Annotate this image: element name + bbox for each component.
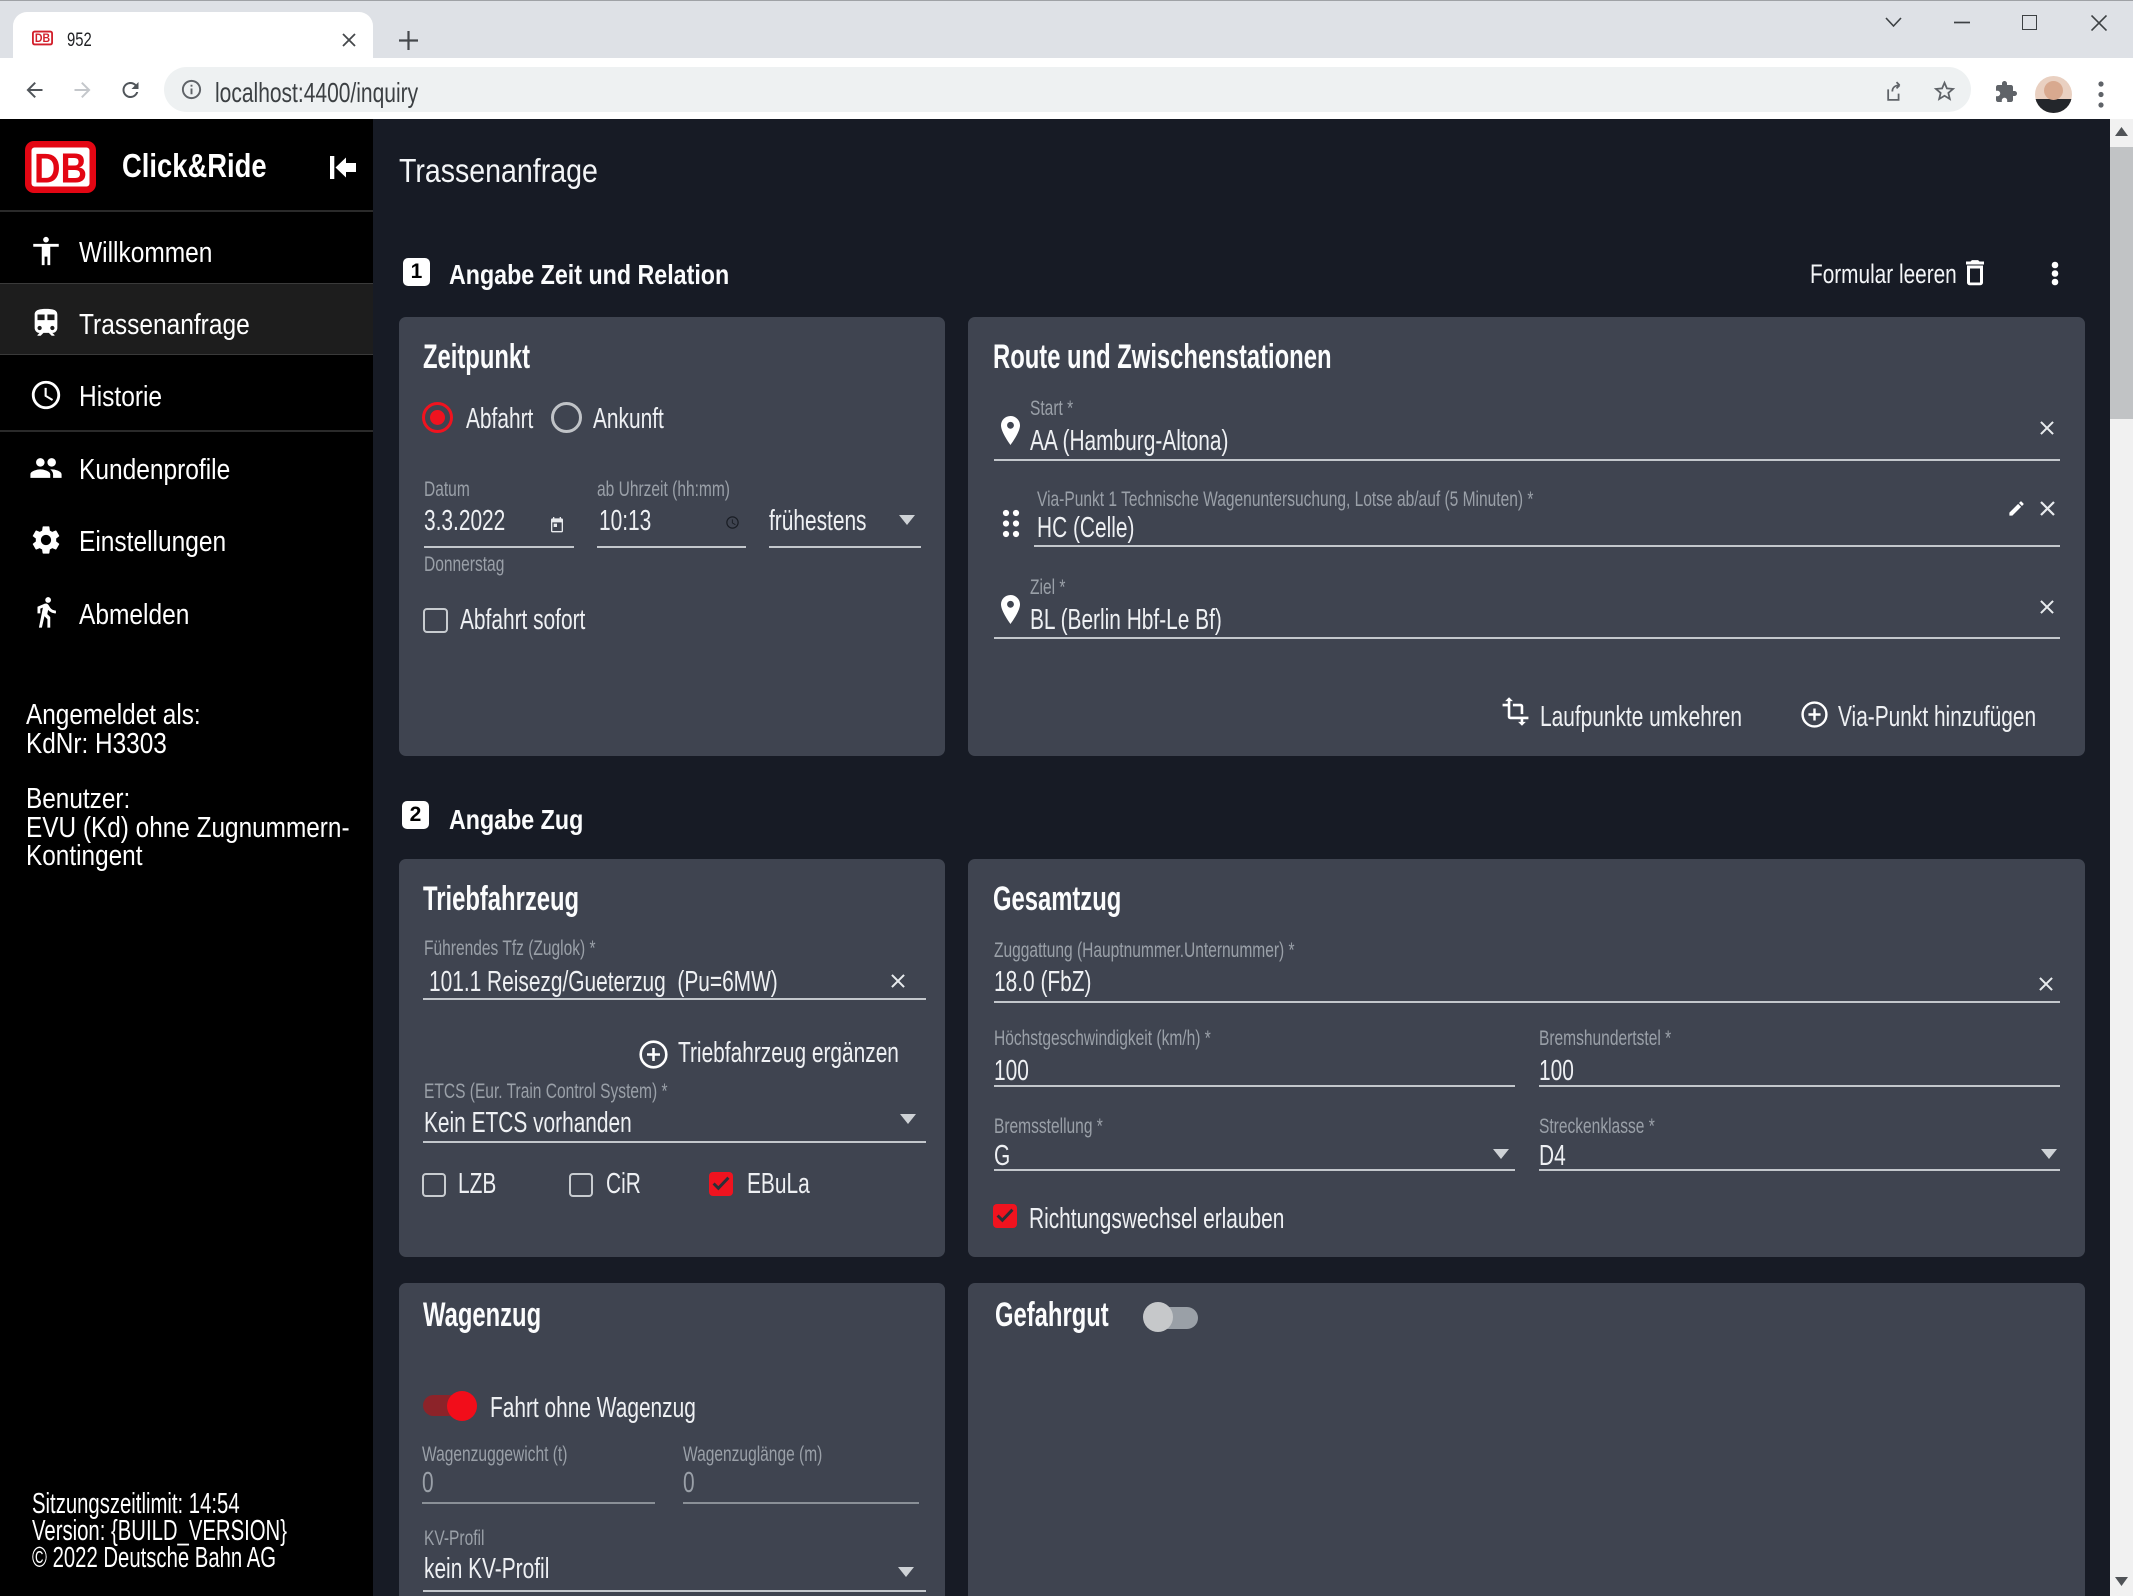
svg-text:DB: DB — [35, 31, 50, 45]
svg-text:DB: DB — [34, 145, 87, 192]
